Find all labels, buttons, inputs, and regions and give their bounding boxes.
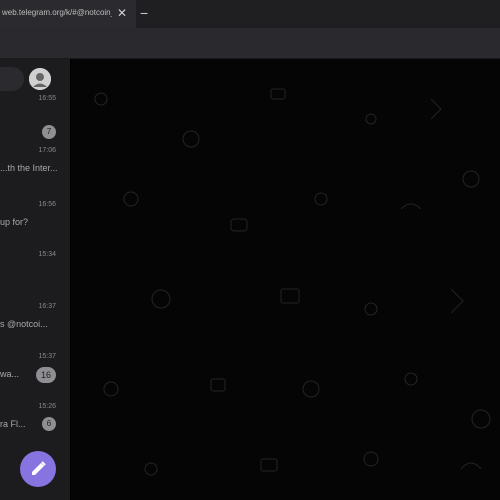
list-item[interactable]: 15:37 wa... 16 <box>0 353 70 403</box>
chevron-icon[interactable]: − <box>140 5 148 21</box>
chat-time: 15:26 <box>38 403 56 410</box>
search-input[interactable] <box>0 67 24 91</box>
chat-time: 16:37 <box>38 303 56 310</box>
doodle-pattern <box>94 88 491 476</box>
list-item[interactable]: 17:06 ...th the Inter... <box>0 147 70 197</box>
list-item[interactable]: 16:37 s @notcoi... <box>0 303 70 353</box>
tab-title: web.telegram.org/k/#@notcoin_bot <box>2 8 112 17</box>
list-item[interactable]: 16:55 7 <box>0 95 70 145</box>
chat-preview: ...th the Inter... <box>0 163 58 173</box>
chat-background <box>71 59 500 500</box>
chat-preview: up for? <box>0 217 29 227</box>
close-icon[interactable]: ✕ <box>117 6 127 20</box>
browser-toolbar <box>0 28 500 59</box>
unread-badge: 16 <box>36 367 56 383</box>
chat-time: 17:06 <box>38 147 56 154</box>
unread-badge: 7 <box>42 125 56 139</box>
browser-tab[interactable]: web.telegram.org/k/#@notcoin_bot ✕ <box>0 0 136 28</box>
chat-time: 15:34 <box>38 251 56 258</box>
list-item[interactable]: 16:56 up for? <box>0 201 70 251</box>
chat-preview: s @notcoi... <box>0 319 48 329</box>
list-item[interactable]: 15:26 ra Fl... 6 <box>0 403 70 453</box>
list-item[interactable]: 15:34 <box>0 251 70 301</box>
avatar-icon[interactable] <box>29 68 51 90</box>
unread-badge: 6 <box>42 417 56 431</box>
browser-tab-bar: web.telegram.org/k/#@notcoin_bot ✕ − <box>0 0 500 28</box>
pencil-icon[interactable] <box>20 451 56 487</box>
chat-time: 15:37 <box>38 353 56 360</box>
chat-time: 16:56 <box>38 201 56 208</box>
chat-time: 16:55 <box>38 95 56 102</box>
